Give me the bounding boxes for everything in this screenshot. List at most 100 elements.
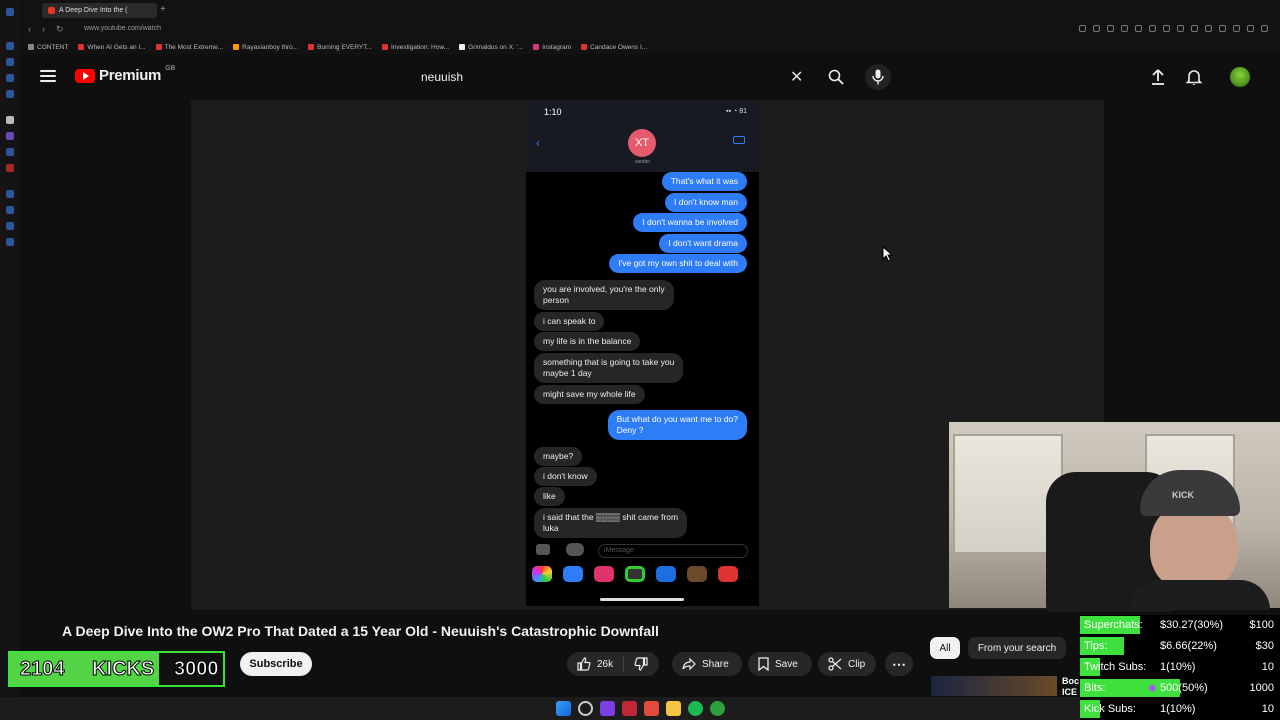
message-bubble: you are involved, you're the only person xyxy=(534,280,674,310)
share-icon xyxy=(682,658,696,670)
message-bubble: I don't know man xyxy=(665,193,747,212)
video-title: A Deep Dive Into the OW2 Pro That Dated … xyxy=(62,623,659,639)
clip-button[interactable]: Clip xyxy=(818,652,876,676)
reddit-favicon-icon xyxy=(233,44,240,50)
upload-icon[interactable] xyxy=(1149,68,1167,86)
sidebar-app-icon[interactable] xyxy=(6,74,14,82)
youtube-favicon-icon xyxy=(381,44,388,50)
message-bubble: might save my whole life xyxy=(534,385,645,404)
sidebar-app-icon[interactable] xyxy=(6,222,14,230)
clear-search-icon[interactable]: ✕ xyxy=(790,67,803,87)
xbox-icon[interactable] xyxy=(710,701,725,716)
stat-row-bits: Bits: ◆ 500(50%) 1000 xyxy=(1080,678,1280,698)
phone-time: 1:10 xyxy=(544,107,562,117)
related-video-title[interactable]: Boc ICE xyxy=(1062,676,1079,698)
browser-tab-active[interactable]: A Deep Dive Into the ( xyxy=(42,3,157,18)
extension-icon[interactable] xyxy=(1107,25,1114,32)
extension-icon[interactable] xyxy=(1191,25,1198,32)
scissors-icon xyxy=(828,657,842,671)
extension-icon[interactable] xyxy=(1121,25,1128,32)
screen: A Deep Dive Into the ( + ‹ › ↻ www.youtu… xyxy=(0,0,1280,720)
extension-icon[interactable] xyxy=(1093,25,1100,32)
message-bubble: maybe? xyxy=(534,447,583,466)
sidebar-app-icon[interactable] xyxy=(6,116,14,124)
sidebar-app-icon[interactable] xyxy=(6,190,14,198)
extension-icon[interactable] xyxy=(1177,25,1184,32)
sidebar-app-icon[interactable] xyxy=(6,58,14,66)
message-bubble: I've got my own shit to deal with xyxy=(609,254,747,273)
notifications-icon[interactable] xyxy=(1185,68,1203,86)
back-icon[interactable]: ‹ xyxy=(28,24,31,34)
extension-icon[interactable] xyxy=(1219,25,1226,32)
chrome-icon[interactable] xyxy=(644,701,659,716)
search-icon[interactable] xyxy=(828,69,844,85)
filter-chip-from-search[interactable]: From your search xyxy=(968,637,1066,659)
related-video-thumbnail[interactable] xyxy=(931,676,1057,696)
bookmark[interactable]: Burning EVERYT... xyxy=(308,44,372,51)
fitness-app-icon xyxy=(625,566,645,582)
extension-icon[interactable] xyxy=(1247,25,1254,32)
youtube-logo[interactable]: Premium GB xyxy=(75,65,175,84)
app-store-app-icon xyxy=(563,566,583,582)
extension-icon[interactable] xyxy=(1163,25,1170,32)
bookmark[interactable]: Investigation: How... xyxy=(381,44,449,51)
reload-icon[interactable]: ↻ xyxy=(56,24,64,35)
account-avatar[interactable] xyxy=(1230,67,1250,87)
dislike-button[interactable] xyxy=(624,657,658,671)
kicks-current: 2104 xyxy=(20,658,65,681)
extension-icon[interactable] xyxy=(1233,25,1240,32)
folder-icon xyxy=(28,44,34,50)
forward-icon[interactable]: › xyxy=(42,24,45,34)
bookmark[interactable]: When AI Gets an I... xyxy=(78,44,146,51)
browser-sidebar xyxy=(0,0,20,700)
search-icon[interactable] xyxy=(578,701,593,716)
url-field[interactable]: www.youtube.com/watch xyxy=(84,25,161,32)
kicks-goal: 3000 xyxy=(174,658,219,681)
message-bubble: i can speak to xyxy=(534,312,605,331)
new-tab-icon[interactable]: + xyxy=(160,4,166,15)
extension-icon[interactable] xyxy=(1205,25,1212,32)
share-button[interactable]: Share xyxy=(672,652,742,676)
extension-icon[interactable] xyxy=(1149,25,1156,32)
more-actions-icon[interactable]: ⋯ xyxy=(885,652,913,676)
discord-icon[interactable] xyxy=(600,701,615,716)
save-button[interactable]: Save xyxy=(748,652,812,676)
search-app-icon xyxy=(594,566,614,582)
bookmark[interactable]: Instagram xyxy=(533,44,571,51)
stat-row-twitch-subs: Twitch Subs: 1(10%) 10 xyxy=(1080,657,1280,677)
sidebar-app-icon[interactable] xyxy=(6,206,14,214)
spotify-icon[interactable] xyxy=(688,701,703,716)
stream-goals-overlay: Superchats: $30.27(30%) $100 Tips: $6.66… xyxy=(1080,615,1280,720)
phone-screenshot: 1:10 ▪▪ ◔ 81 ‹ XT xander That's what it … xyxy=(526,100,759,606)
search-input[interactable]: neuuish xyxy=(421,70,840,84)
like-button[interactable]: 26k xyxy=(567,657,623,671)
search-bar[interactable]: neuuish ✕ xyxy=(410,65,844,89)
sidebar-app-icon[interactable] xyxy=(6,132,14,140)
extension-icon[interactable] xyxy=(1135,25,1142,32)
sidebar-app-icon[interactable] xyxy=(6,42,14,50)
bookmark[interactable]: Rayasianboy thro... xyxy=(233,44,298,51)
filter-chip-all[interactable]: All xyxy=(930,637,960,659)
extension-icon[interactable] xyxy=(1079,25,1086,32)
opera-icon[interactable] xyxy=(622,701,637,716)
subscribe-button[interactable]: Subscribe xyxy=(240,652,312,676)
bookmark[interactable]: The Most Extreme... xyxy=(155,44,223,51)
sidebar-app-icon[interactable] xyxy=(6,8,14,16)
file-explorer-icon[interactable] xyxy=(666,701,681,716)
bookmark[interactable]: Grimaldus on X: '... xyxy=(459,44,523,51)
message-bubble: That's what it was xyxy=(661,172,747,191)
start-icon[interactable] xyxy=(556,701,571,716)
voice-search-button[interactable] xyxy=(865,64,891,90)
sidebar-app-icon[interactable] xyxy=(6,164,14,172)
sidebar-app-icon[interactable] xyxy=(6,238,14,246)
bookmark[interactable]: CONTENT xyxy=(28,44,68,51)
extension-icon[interactable] xyxy=(1261,25,1268,32)
sidebar-app-icon[interactable] xyxy=(6,90,14,98)
bits-gem-icon: ◆ xyxy=(1148,682,1157,694)
stat-row-kick-subs: Kick Subs: 1(10%) 10 xyxy=(1080,699,1280,719)
bookmark[interactable]: Candace Owens I... xyxy=(581,44,647,51)
message-bubble: i said that the ▒▒▒▒ shit came from luka xyxy=(534,508,688,538)
windows-taskbar xyxy=(0,697,1080,720)
sidebar-app-icon[interactable] xyxy=(6,148,14,156)
menu-icon[interactable] xyxy=(40,70,56,82)
